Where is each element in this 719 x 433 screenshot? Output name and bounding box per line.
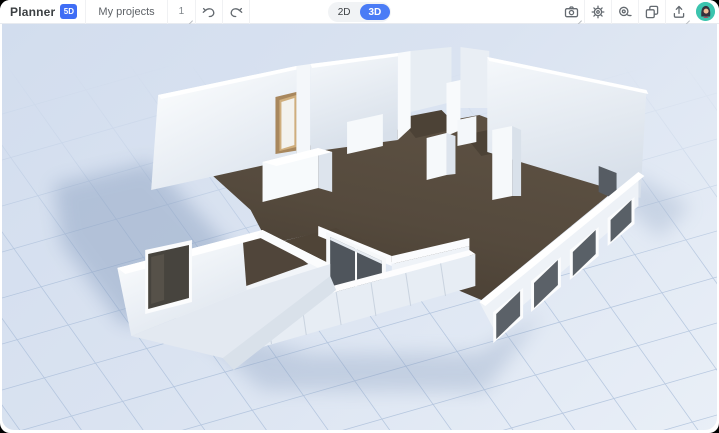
- share-upload-icon: [671, 4, 687, 20]
- settings-gear-icon: [590, 4, 606, 20]
- settings-button[interactable]: [585, 0, 611, 24]
- duplicate-button[interactable]: [639, 0, 665, 24]
- toolbar-right: [558, 0, 719, 24]
- my-projects-label: My projects: [98, 6, 154, 18]
- camera-icon: [563, 4, 580, 20]
- planner5d-logo: 5D: [60, 4, 77, 19]
- brand[interactable]: Planner 5D: [0, 4, 85, 19]
- undo-icon: [201, 4, 217, 20]
- my-projects-button[interactable]: My projects: [86, 0, 166, 24]
- floorplan-3d-model[interactable]: [117, 47, 648, 370]
- project-name-value: 1: [179, 6, 185, 17]
- resize-corner-icon: [711, 20, 715, 21]
- left-wing: [117, 230, 336, 370]
- undo-button[interactable]: [196, 0, 222, 24]
- user-avatar[interactable]: [696, 2, 715, 21]
- brand-name: Planner: [10, 5, 55, 19]
- toolbar: Planner 5D My projects 1: [0, 0, 719, 24]
- toggle-2d-button[interactable]: 2D: [329, 4, 360, 20]
- left-window: [145, 240, 192, 314]
- toggle-3d-button[interactable]: 3D: [360, 4, 391, 20]
- measure-tape-icon: [617, 4, 633, 20]
- measure-button[interactable]: [612, 0, 638, 24]
- view-mode-toggle: 2D 3D: [328, 2, 392, 22]
- redo-button[interactable]: [223, 0, 249, 24]
- separator: [249, 0, 250, 24]
- project-name-field[interactable]: 1: [168, 0, 196, 24]
- avatar-person-icon: [696, 2, 715, 21]
- snapshot-button[interactable]: [558, 0, 584, 24]
- redo-icon: [228, 4, 244, 20]
- copy-icon: [644, 4, 660, 20]
- app-window: Planner 5D My projects 1: [0, 0, 719, 433]
- 3d-scene: [2, 24, 717, 430]
- share-button[interactable]: [666, 0, 692, 24]
- 3d-viewport[interactable]: [2, 24, 717, 430]
